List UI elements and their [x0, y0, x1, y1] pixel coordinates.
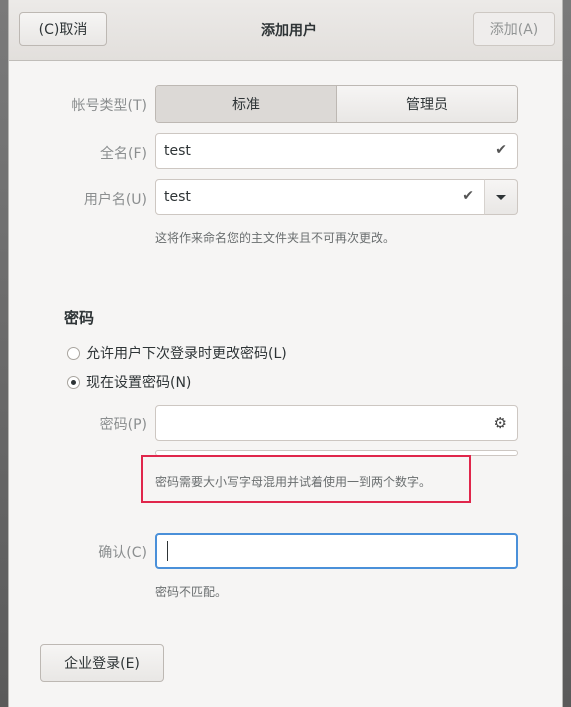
full-name-field[interactable]: test ✔ [155, 133, 518, 169]
confirm-label: 确认(C) [98, 545, 147, 561]
radio-set-now[interactable]: 现在设置密码(N) [67, 372, 191, 392]
username-label: 用户名(U) [83, 192, 147, 208]
password-section-title: 密码 [64, 309, 95, 327]
full-name-value: test [164, 143, 191, 159]
cancel-button[interactable]: (C)取消 [19, 12, 107, 46]
radio-button-selected[interactable] [67, 375, 80, 389]
radio-button-unselected[interactable] [67, 346, 80, 360]
password-field[interactable]: ⚙ [155, 405, 518, 441]
account-type-switch: 标准 管理员 [155, 85, 518, 123]
username-dropdown-button[interactable] [484, 179, 518, 215]
full-name-label: 全名(F) [100, 146, 147, 162]
gear-icon[interactable]: ⚙ [494, 414, 507, 432]
check-icon: ✔ [495, 142, 507, 158]
password-label: 密码(P) [99, 417, 147, 433]
text-cursor [167, 541, 168, 561]
account-type-label: 帐号类型(T) [71, 98, 147, 114]
confirm-password-field[interactable] [155, 533, 518, 569]
add-user-dialog: (C)取消 添加用户 添加(A) 帐号类型(T) 标准 管理员 全名(F) te… [8, 0, 563, 707]
radio-change-later-label: 允许用户下次登录时更改密码(L) [86, 346, 287, 362]
confirm-hint: 密码不匹配。 [155, 585, 228, 599]
radio-set-now-label: 现在设置密码(N) [86, 375, 192, 391]
header-bar: (C)取消 添加用户 添加(A) [9, 0, 562, 61]
check-icon: ✔ [462, 188, 474, 204]
username-field[interactable]: test ✔ [155, 179, 485, 215]
password-hint: 密码需要大小写字母混用并试着使用一到两个数字。 [155, 475, 432, 489]
account-type-admin[interactable]: 管理员 [336, 86, 517, 122]
add-button[interactable]: 添加(A) [473, 12, 555, 46]
username-value: test [164, 189, 191, 205]
username-hint: 这将作来命名您的主文件夹且不可再次更改。 [155, 231, 396, 245]
chevron-down-icon [496, 194, 506, 200]
enterprise-login-button[interactable]: 企业登录(E) [40, 644, 164, 682]
dialog-title: 添加用户 [261, 23, 317, 39]
account-type-standard[interactable]: 标准 [156, 86, 336, 122]
radio-change-later[interactable]: 允许用户下次登录时更改密码(L) [67, 343, 287, 363]
